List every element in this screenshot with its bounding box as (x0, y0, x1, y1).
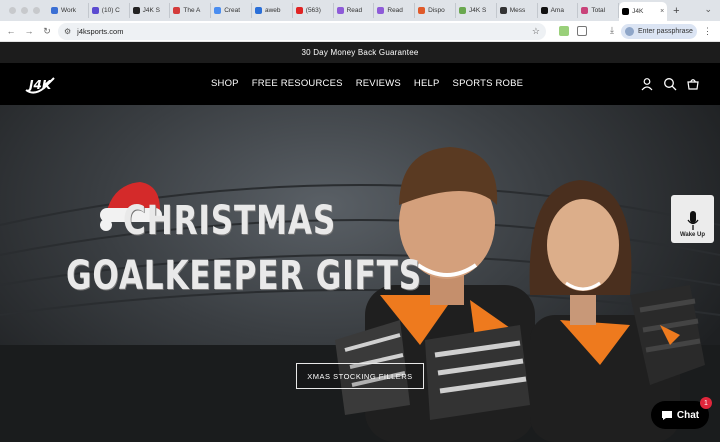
url-text: j4ksports.com (77, 27, 124, 36)
passphrase-button[interactable]: Enter passphrase (621, 24, 697, 39)
tab-favicon (214, 7, 222, 14)
close-tab-icon[interactable]: × (660, 8, 664, 15)
star-icon[interactable]: ☆ (532, 26, 540, 37)
tab-favicon (581, 7, 589, 14)
announcement-bar: 30 Day Money Back Guarantee (0, 42, 720, 63)
xmas-stocking-fillers-button[interactable]: XMAS STOCKING FILLERS (296, 363, 424, 389)
forward-icon[interactable]: → (22, 26, 36, 36)
browser-tab-bar: Work (10) C J4K S The A Creat aweb (563) Read Re… (0, 0, 720, 21)
tab-title: Total (591, 7, 606, 14)
tab-favicon (295, 7, 303, 14)
new-tab-button[interactable]: + (673, 5, 679, 17)
hero-title-line2: GOALKEEPER GIFTS (66, 253, 422, 299)
tab-title: J4K S (142, 7, 160, 14)
tab-title: Mess (509, 7, 526, 14)
download-icon[interactable]: ⤓ (605, 25, 619, 36)
browser-tab[interactable]: J4K S (130, 3, 171, 18)
reload-icon[interactable]: ↻ (40, 26, 54, 37)
extension-icon[interactable] (559, 26, 569, 36)
tab-favicon (336, 7, 344, 14)
hero-title-line1: CHRISTMAS (123, 198, 337, 244)
tab-title: Read (346, 7, 363, 14)
tab-favicon (377, 7, 385, 14)
tab-favicon (51, 7, 58, 14)
nav-item-sports-robe[interactable]: SPORTS ROBE (453, 78, 524, 89)
browser-toolbar: ← → ↻ ⚙ j4ksports.com ☆ ⤓ Enter passphra… (0, 21, 720, 42)
chat-icon (661, 411, 672, 420)
tab-title: Read (387, 7, 403, 14)
active-browser-tab[interactable]: J4K × (619, 2, 668, 21)
tab-title: The A (183, 7, 201, 14)
browser-tab[interactable]: Read (374, 3, 416, 18)
nav-item-help[interactable]: HELP (414, 78, 440, 89)
site-header: J4K SHOP FREE RESOURCES REVIEWS HELP SPORTS … (0, 63, 720, 105)
tab-favicon (254, 7, 262, 14)
microphone-icon (686, 211, 699, 230)
browser-tab[interactable]: aweb (252, 3, 293, 18)
browser-tab[interactable]: Dispo (415, 3, 456, 18)
cart-icon[interactable] (686, 77, 700, 91)
chat-label: Chat (676, 409, 700, 421)
nav-item-free-resources[interactable]: FREE RESOURCES (252, 78, 343, 89)
browser-tab[interactable]: The A (170, 3, 212, 18)
back-icon[interactable]: ← (4, 26, 18, 36)
browser-tab[interactable]: Read (334, 3, 375, 18)
tab-title: J4K (632, 8, 644, 15)
tab-title: Creat (224, 7, 241, 14)
chat-notification-badge: 1 (700, 397, 712, 409)
tab-title: (563) (305, 7, 321, 14)
wake-up-widget[interactable]: Wake Up (671, 195, 714, 243)
passphrase-label: Enter passphrase (638, 28, 693, 35)
address-bar[interactable]: ⚙ j4ksports.com ☆ (58, 23, 546, 40)
browser-tab[interactable]: Work (48, 3, 89, 18)
account-icon[interactable] (640, 77, 654, 91)
browser-tab[interactable]: Mess (497, 3, 538, 18)
site-info-icon[interactable]: ⚙ (64, 27, 71, 36)
tab-strip: Work (10) C J4K S The A Creat aweb (563) Read Re… (48, 0, 668, 21)
tab-favicon (540, 7, 548, 14)
tab-title: J4K S (468, 7, 487, 14)
wake-up-label: Wake Up (679, 232, 706, 238)
tab-title: aweb (264, 7, 281, 14)
logo-text: J4K (27, 78, 53, 92)
browser-tab[interactable]: Total (578, 3, 620, 18)
tab-favicon (418, 7, 426, 14)
browser-tab[interactable]: Ama (538, 3, 579, 18)
tab-title: Dispo (428, 7, 445, 14)
tab-favicon (91, 7, 99, 14)
nav-item-reviews[interactable]: REVIEWS (356, 78, 401, 89)
window-controls[interactable] (0, 7, 48, 14)
browser-tab[interactable]: (563) (293, 3, 334, 18)
extensions-icon[interactable] (577, 26, 587, 36)
hero-banner[interactable]: CHRISTMAS GOALKEEPER GIFTS XMAS STOCKING… (0, 105, 720, 442)
tab-search-icon[interactable]: ⌄ (704, 4, 712, 15)
tab-title: Work (61, 7, 77, 14)
tab-favicon (173, 7, 181, 14)
browser-tab[interactable]: Creat (211, 3, 252, 18)
tab-favicon (132, 7, 140, 14)
nav-item-shop[interactable]: SHOP (211, 78, 239, 89)
browser-tab[interactable]: (10) C (89, 3, 130, 18)
browser-tab[interactable]: J4K S (456, 3, 497, 18)
main-nav: SHOP FREE RESOURCES REVIEWS HELP SPORTS ROBE (211, 78, 523, 89)
tab-favicon (622, 8, 630, 15)
j4k-logo[interactable]: J4K (24, 74, 64, 101)
search-icon[interactable] (663, 77, 677, 91)
tab-title: (10) C (101, 7, 120, 14)
tab-favicon (499, 7, 507, 14)
browser-menu-icon[interactable]: ⋮ (703, 26, 712, 37)
tab-favicon (458, 7, 466, 14)
profile-avatar (625, 27, 634, 36)
tab-title: Ama (550, 7, 564, 14)
